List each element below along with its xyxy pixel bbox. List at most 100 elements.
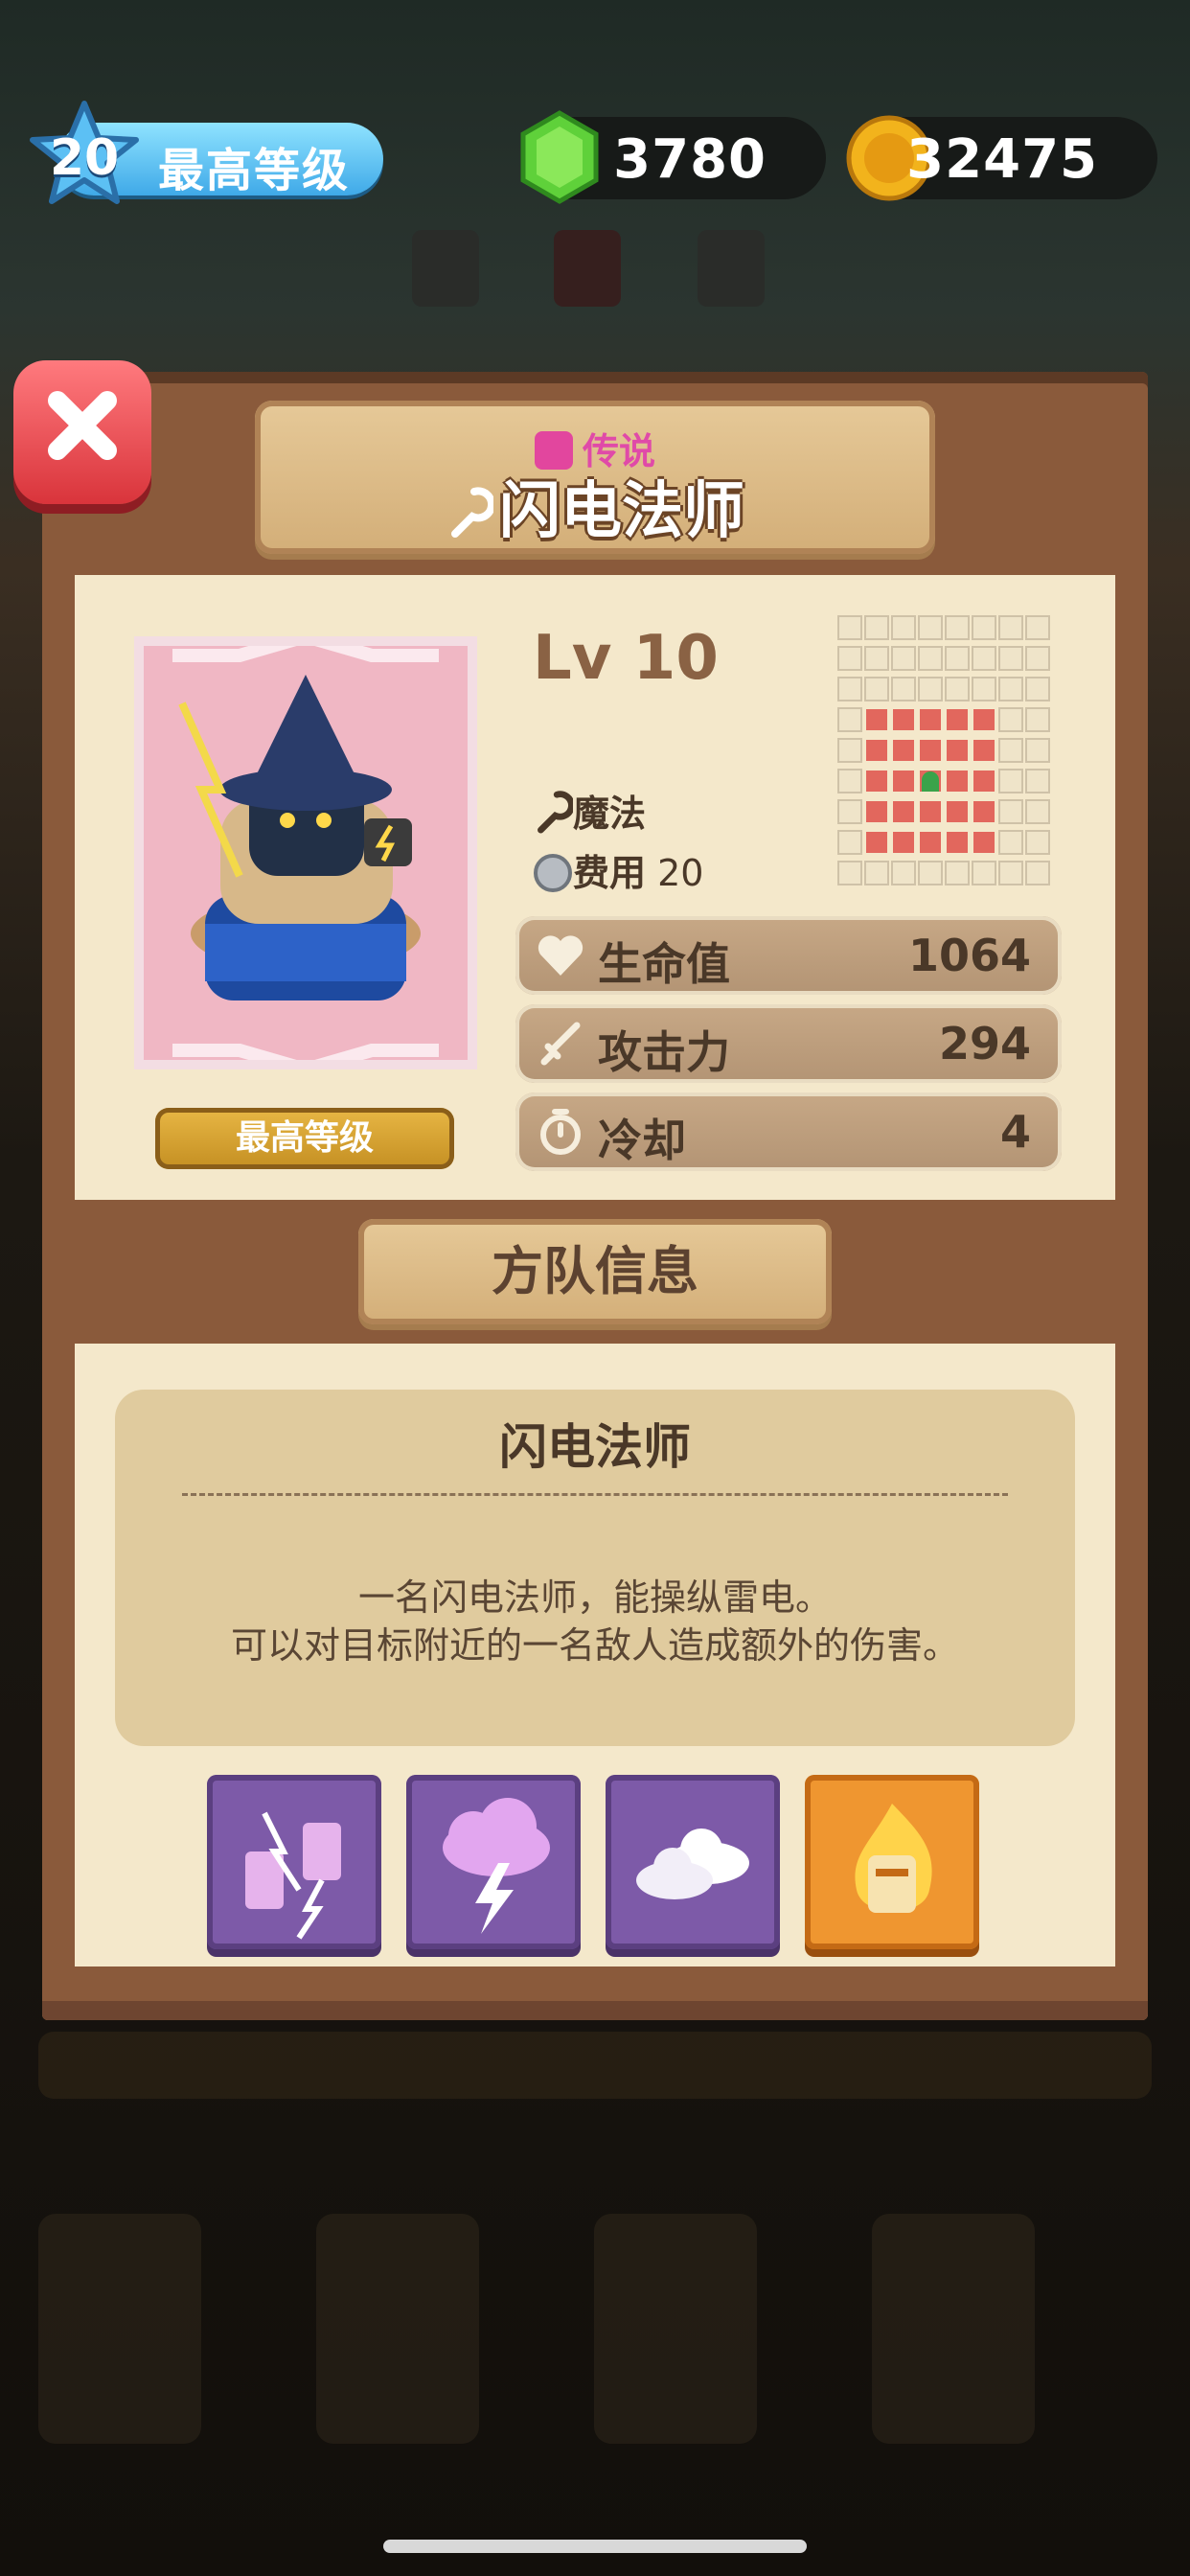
- bg-tile: [594, 2214, 757, 2444]
- grid-cell: [998, 830, 1023, 855]
- dashed-divider: [182, 1493, 1008, 1496]
- grid-cell: [891, 677, 916, 702]
- grid-cell: [837, 646, 862, 671]
- grid-cell: [1025, 738, 1050, 763]
- grid-cell: [998, 615, 1023, 640]
- unit-type-label: 魔法: [573, 793, 647, 835]
- grid-cell: [945, 769, 970, 794]
- max-level-label: 最高等级: [158, 144, 351, 197]
- stat-value: 4: [999, 1106, 1031, 1158]
- grid-cell: [998, 769, 1023, 794]
- skill-storm[interactable]: [406, 1775, 581, 1949]
- grid-cell: [864, 615, 889, 640]
- grid-cell: [891, 738, 916, 763]
- grid-cell: [864, 830, 889, 855]
- magic-staff-icon: [538, 791, 575, 834]
- unit-type: 魔法: [533, 784, 646, 837]
- squad-info-heading: 方队信息: [358, 1219, 832, 1324]
- formation-grid: [837, 615, 1054, 893]
- grid-cell: [1025, 677, 1050, 702]
- grid-cell: [972, 799, 996, 824]
- grid-cell: [1025, 769, 1050, 794]
- skill-fire-totem[interactable]: [805, 1775, 979, 1949]
- grid-cell: [945, 646, 970, 671]
- stopwatch-icon: [540, 1109, 581, 1155]
- grid-cell: [1025, 615, 1050, 640]
- stat-value: 1064: [907, 930, 1031, 981]
- grid-cell: [891, 707, 916, 732]
- grid-cell: [918, 646, 943, 671]
- unit-title-plaque: 传说 闪电法师: [255, 401, 935, 554]
- grid-cell: [972, 830, 996, 855]
- lightning-mage-portrait: [172, 629, 439, 1077]
- grid-cell: [945, 677, 970, 702]
- grid-cell: [998, 799, 1023, 824]
- grid-cell: [864, 646, 889, 671]
- grid-cell: [837, 707, 862, 732]
- gem-counter[interactable]: 3780: [520, 110, 826, 204]
- grid-cell: [945, 738, 970, 763]
- grid-cell: [864, 799, 889, 824]
- stat-hp-bar: 生命值 1064: [515, 916, 1062, 995]
- cost-value: 20: [657, 852, 704, 894]
- player-level-number: 20: [49, 129, 120, 187]
- silver-coin-icon: [534, 854, 572, 892]
- cost-label: 费用: [573, 852, 647, 894]
- grid-cell: [837, 799, 862, 824]
- grid-cell: [837, 861, 862, 886]
- grid-cell: [918, 677, 943, 702]
- grid-cell: [1025, 799, 1050, 824]
- skill-cloud[interactable]: [606, 1775, 780, 1949]
- bg-tile: [872, 2214, 1035, 2444]
- close-button[interactable]: [13, 360, 151, 504]
- unit-cost: 费用 20: [533, 843, 703, 896]
- grid-cell: [1025, 830, 1050, 855]
- stat-attack-bar: 攻击力 294: [515, 1004, 1062, 1083]
- storm-cloud-icon: [443, 1798, 550, 1934]
- grid-cell: [864, 738, 889, 763]
- grid-cell: [918, 738, 943, 763]
- stat-value: 294: [938, 1018, 1031, 1070]
- bg-tile: [316, 2214, 479, 2444]
- grid-cell: [972, 677, 996, 702]
- chain-lightning-icon: [245, 1811, 341, 1940]
- grid-cell: [998, 646, 1023, 671]
- grid-cell: [864, 769, 889, 794]
- coin-count: 32475: [906, 128, 1098, 191]
- grid-cell: [998, 738, 1023, 763]
- bg-slot: [554, 230, 621, 307]
- grid-cell: [837, 769, 862, 794]
- grid-cell: [864, 861, 889, 886]
- unit-level: Lv 10: [533, 623, 719, 694]
- grid-cell: [891, 769, 916, 794]
- grid-cell: [945, 707, 970, 732]
- grid-cell: [918, 799, 943, 824]
- grid-cell: [998, 861, 1023, 886]
- home-indicator[interactable]: [383, 2540, 807, 2553]
- grid-cell: [837, 615, 862, 640]
- grid-cell: [891, 861, 916, 886]
- close-icon: [48, 391, 117, 460]
- grid-cell: [918, 861, 943, 886]
- bg-tile: [38, 2214, 201, 2444]
- bg-slot: [412, 230, 479, 307]
- bg-row: [38, 2032, 1152, 2099]
- description-line: 可以对目标附近的一名敌人造成额外的伤害。: [230, 1624, 959, 1667]
- grid-cell: [918, 615, 943, 640]
- grid-cell: [837, 677, 862, 702]
- fire-totem-icon: [855, 1804, 932, 1913]
- grid-cell: [837, 830, 862, 855]
- grid-cell: [1025, 861, 1050, 886]
- description-title: 闪电法师: [499, 1419, 691, 1475]
- grid-cell: [864, 707, 889, 732]
- grid-cell: [918, 830, 943, 855]
- grid-cell: [945, 830, 970, 855]
- grid-cell: [972, 738, 996, 763]
- grid-cell: [945, 861, 970, 886]
- grid-cell: [998, 677, 1023, 702]
- max-level-button[interactable]: 最高等级: [155, 1108, 454, 1169]
- skill-chain-lightning[interactable]: [207, 1775, 381, 1949]
- coin-counter[interactable]: 32475: [846, 115, 1157, 201]
- heart-icon: [538, 935, 584, 976]
- cloud-icon: [636, 1828, 749, 1899]
